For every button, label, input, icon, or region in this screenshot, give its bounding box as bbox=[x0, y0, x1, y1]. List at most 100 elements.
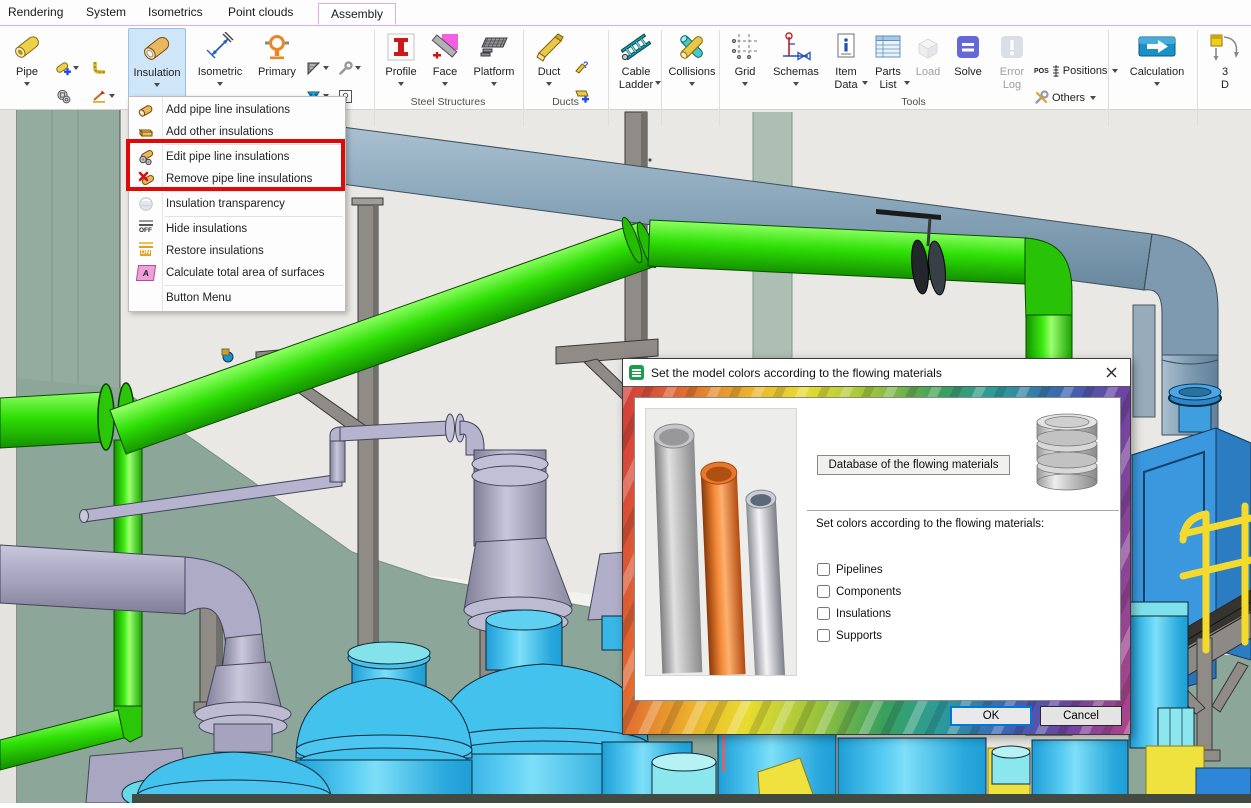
checkbox-insulations[interactable]: Insulations bbox=[817, 607, 891, 620]
solve-icon bbox=[953, 28, 983, 66]
face-label: Face bbox=[433, 66, 457, 79]
menu-item-button-menu[interactable]: Button Menu bbox=[129, 287, 345, 309]
pipe-add-button[interactable] bbox=[56, 56, 79, 80]
checkbox-label: Components bbox=[836, 586, 901, 598]
support-bracket-button[interactable] bbox=[306, 56, 329, 80]
checkbox-components[interactable]: Components bbox=[817, 585, 901, 598]
insulation-icon bbox=[142, 29, 172, 67]
menu-item-label: Edit pipe line insulations bbox=[162, 151, 289, 163]
tab-isometrics[interactable]: Isometrics bbox=[148, 5, 203, 19]
isometric-label: Isometric bbox=[198, 66, 243, 79]
positions-icon: POS bbox=[1034, 68, 1049, 75]
platform-button[interactable]: Platform bbox=[466, 28, 522, 106]
calculation-icon bbox=[1137, 28, 1177, 66]
menu-item-insulation-transparency[interactable]: Insulation transparency bbox=[129, 193, 345, 215]
checkbox-pipelines[interactable]: Pipelines bbox=[817, 563, 883, 576]
components-checkbox[interactable] bbox=[817, 585, 830, 598]
wrench-button[interactable] bbox=[338, 56, 361, 80]
profile-icon bbox=[386, 28, 416, 66]
parts-list-button[interactable]: Parts List bbox=[868, 28, 908, 106]
primary-label: Primary bbox=[258, 66, 296, 79]
menu-item-hide-insulations[interactable]: OFF Hide insulations bbox=[129, 218, 345, 240]
checkbox-supports[interactable]: Supports bbox=[817, 629, 882, 642]
dialog-panel: Database of the flowing materials bbox=[634, 397, 1121, 701]
positions-button[interactable]: POS Positions bbox=[1034, 64, 1118, 78]
cable-ladder-label: Cable Ladder bbox=[613, 66, 659, 91]
on-icon: ON bbox=[138, 246, 154, 256]
svg-text:?: ? bbox=[583, 60, 589, 70]
calculation-button[interactable]: Calculation bbox=[1118, 28, 1196, 106]
pipe-elbow-button[interactable] bbox=[92, 56, 107, 80]
menu-item-label: Insulation transparency bbox=[162, 198, 285, 210]
tab-point-clouds[interactable]: Point clouds bbox=[228, 5, 293, 19]
group-label-steel: Steel Structures bbox=[374, 96, 522, 108]
parts-list-label: Parts List bbox=[869, 66, 907, 91]
load-label: Load bbox=[916, 66, 940, 79]
ok-button[interactable]: OK bbox=[950, 706, 1032, 726]
pipes-illustration bbox=[645, 408, 797, 676]
insulation-button[interactable]: Insulation bbox=[128, 28, 186, 106]
collisions-button[interactable]: Collisions bbox=[666, 28, 718, 106]
duct-button[interactable]: Duct bbox=[529, 28, 569, 106]
isometric-icon bbox=[205, 28, 235, 66]
tab-rendering[interactable]: Rendering bbox=[8, 5, 63, 19]
checkbox-label: Supports bbox=[836, 630, 882, 642]
menu-item-add-pipe-line-insulations[interactable]: Add pipe line insulations bbox=[129, 99, 345, 121]
tab-system[interactable]: System bbox=[86, 5, 126, 19]
group-label-tools: Tools bbox=[719, 96, 1108, 108]
menu-item-remove-pipe-line-insulations[interactable]: Remove pipe line insulations bbox=[129, 168, 345, 190]
item-data-icon bbox=[831, 28, 861, 66]
instruction-label: Set colors according to the flowing mate… bbox=[816, 518, 1044, 530]
menu-item-label: Button Menu bbox=[162, 292, 231, 304]
profile-button[interactable]: Profile bbox=[380, 28, 422, 106]
load-button: Load bbox=[910, 28, 946, 106]
close-icon bbox=[1106, 367, 1117, 378]
menu-item-label: Hide insulations bbox=[162, 223, 247, 235]
insulations-checkbox[interactable] bbox=[817, 607, 830, 620]
menu-item-label: Calculate total area of surfaces bbox=[162, 267, 325, 279]
menu-item-label: Remove pipe line insulations bbox=[162, 173, 312, 185]
dialog-title-bar[interactable]: Set the model colors according to the fl… bbox=[623, 359, 1130, 387]
platform-icon bbox=[479, 28, 509, 66]
remove-pipe-insulation-icon bbox=[129, 171, 162, 187]
pipe-button[interactable]: Pipe bbox=[4, 28, 50, 106]
menu-item-calculate-total-area[interactable]: A Calculate total area of surfaces bbox=[129, 262, 345, 284]
isometric-button[interactable]: Isometric bbox=[192, 28, 248, 106]
item-data-button[interactable]: Item Data bbox=[826, 28, 866, 106]
grid-button[interactable]: Grid bbox=[726, 28, 764, 106]
menu-item-label: Restore insulations bbox=[162, 245, 264, 257]
face-button[interactable]: Face bbox=[426, 28, 464, 106]
collisions-label: Collisions bbox=[668, 66, 715, 79]
database-flowing-materials-button[interactable]: Database of the flowing materials bbox=[817, 455, 1010, 475]
calculation-label: Calculation bbox=[1130, 66, 1184, 79]
cable-ladder-button[interactable]: Cable Ladder bbox=[612, 28, 660, 106]
collisions-icon bbox=[677, 28, 707, 66]
dialog-separator bbox=[807, 510, 1119, 511]
cancel-button[interactable]: Cancel bbox=[1040, 706, 1122, 726]
plant-app-icon bbox=[629, 365, 644, 380]
close-button[interactable] bbox=[1092, 360, 1130, 386]
dialog-title: Set the model colors according to the fl… bbox=[651, 366, 1092, 380]
duct-check-icon: ? bbox=[574, 60, 590, 76]
menu-item-restore-insulations[interactable]: ON Restore insulations bbox=[129, 240, 345, 262]
three-d-button[interactable]: 3 D bbox=[1202, 28, 1248, 106]
primary-button[interactable]: Primary bbox=[252, 28, 302, 106]
parts-list-icon bbox=[873, 28, 903, 66]
face-icon bbox=[430, 28, 460, 66]
pipelines-checkbox[interactable] bbox=[817, 563, 830, 576]
error-log-button: Error Log bbox=[992, 28, 1032, 106]
load-icon bbox=[913, 28, 943, 66]
pipe-add-icon bbox=[56, 61, 71, 76]
tab-assembly[interactable]: Assembly bbox=[318, 3, 396, 25]
menu-item-add-other-insulations[interactable]: Add other insulations bbox=[129, 121, 345, 143]
platform-label: Platform bbox=[474, 66, 515, 79]
supports-checkbox[interactable] bbox=[817, 629, 830, 642]
solve-button[interactable]: Solve bbox=[948, 28, 988, 106]
duct-check-button[interactable]: ? bbox=[574, 56, 590, 80]
pipe-label: Pipe bbox=[16, 66, 38, 79]
dialog-body: Database of the flowing materials bbox=[623, 387, 1130, 734]
checkbox-label: Pipelines bbox=[836, 564, 883, 576]
support-bracket-icon bbox=[306, 61, 321, 76]
schemas-button[interactable]: Schemas bbox=[768, 28, 824, 106]
menu-item-edit-pipe-line-insulations[interactable]: Edit pipe line insulations bbox=[129, 146, 345, 168]
